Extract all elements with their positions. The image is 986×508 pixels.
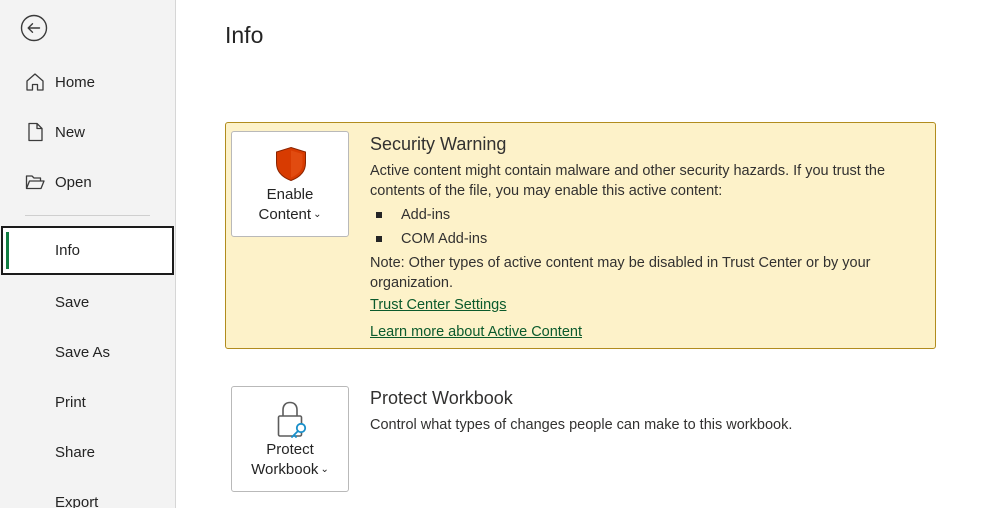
sidebar-item-new[interactable]: New — [0, 114, 175, 150]
trust-center-settings-link[interactable]: Trust Center Settings — [370, 297, 506, 313]
security-warning-note-line1: Note: Other types of active content may … — [370, 255, 871, 271]
enable-content-label-line1: Enable — [266, 186, 314, 203]
protect-workbook-label-line2: Workbook ⌄ — [251, 461, 329, 478]
learn-more-active-content-link[interactable]: Learn more about Active Content — [370, 324, 582, 340]
shield-icon — [276, 146, 306, 182]
sidebar-item-export[interactable]: Export — [0, 484, 175, 508]
security-warning-description-line1: Active content might contain malware and… — [370, 163, 886, 179]
bullet-icon — [376, 236, 382, 242]
sidebar-item-label: Export — [55, 493, 99, 508]
enable-content-label-line2: Content ⌄ — [258, 206, 322, 223]
sidebar-divider — [25, 215, 150, 216]
chevron-down-icon: ⌄ — [320, 464, 329, 475]
security-warning-panel: Enable Content ⌄ Security Warning Active … — [225, 122, 936, 349]
security-warning-heading: Security Warning — [370, 134, 507, 154]
chevron-down-icon: ⌄ — [313, 209, 322, 220]
sidebar-item-label: Save — [55, 293, 90, 311]
security-warning-note-line2: organization. — [370, 275, 454, 291]
security-warning-description-line2: contents of the file, you may enable thi… — [370, 183, 723, 199]
sidebar-item-save-as[interactable]: Save As — [0, 334, 175, 370]
backstage-sidebar: Home New Open Info Save Save As Print Sh… — [0, 0, 176, 508]
protect-workbook-description: Control what types of changes people can… — [370, 417, 793, 433]
sidebar-item-label: Print — [55, 393, 86, 411]
enable-content-button[interactable]: Enable Content ⌄ — [231, 131, 349, 237]
sidebar-item-info[interactable]: Info — [1, 226, 174, 275]
lock-key-icon — [277, 401, 307, 438]
back-button[interactable] — [20, 14, 48, 42]
bullet-icon — [376, 212, 382, 218]
sidebar-item-label: Open — [55, 173, 92, 191]
list-item: COM Add-ins — [370, 229, 670, 249]
protect-workbook-label-line1: Protect — [266, 441, 314, 458]
sidebar-item-home[interactable]: Home — [0, 64, 175, 100]
sidebar-item-share[interactable]: Share — [0, 434, 175, 470]
sidebar-item-label: Save As — [55, 343, 111, 361]
page-title: Info — [225, 22, 264, 48]
open-folder-icon — [25, 175, 45, 190]
sidebar-item-open[interactable]: Open — [0, 164, 175, 200]
new-document-icon — [28, 122, 43, 142]
sidebar-item-label: New — [55, 123, 86, 141]
sidebar-item-label: Info — [55, 242, 81, 259]
sidebar-item-label: Share — [55, 443, 96, 461]
bullet-text: Add-ins — [401, 207, 451, 223]
protect-workbook-button[interactable]: Protect Workbook ⌄ — [231, 386, 349, 492]
list-item: Add-ins — [370, 205, 670, 225]
sidebar-item-print[interactable]: Print — [0, 384, 175, 420]
sidebar-item-label: Home — [55, 73, 96, 91]
sidebar-item-save[interactable]: Save — [0, 284, 175, 320]
bullet-text: COM Add-ins — [401, 231, 488, 247]
home-icon — [26, 73, 44, 91]
protect-workbook-heading: Protect Workbook — [370, 388, 513, 408]
back-arrow-circle-icon — [20, 14, 48, 42]
